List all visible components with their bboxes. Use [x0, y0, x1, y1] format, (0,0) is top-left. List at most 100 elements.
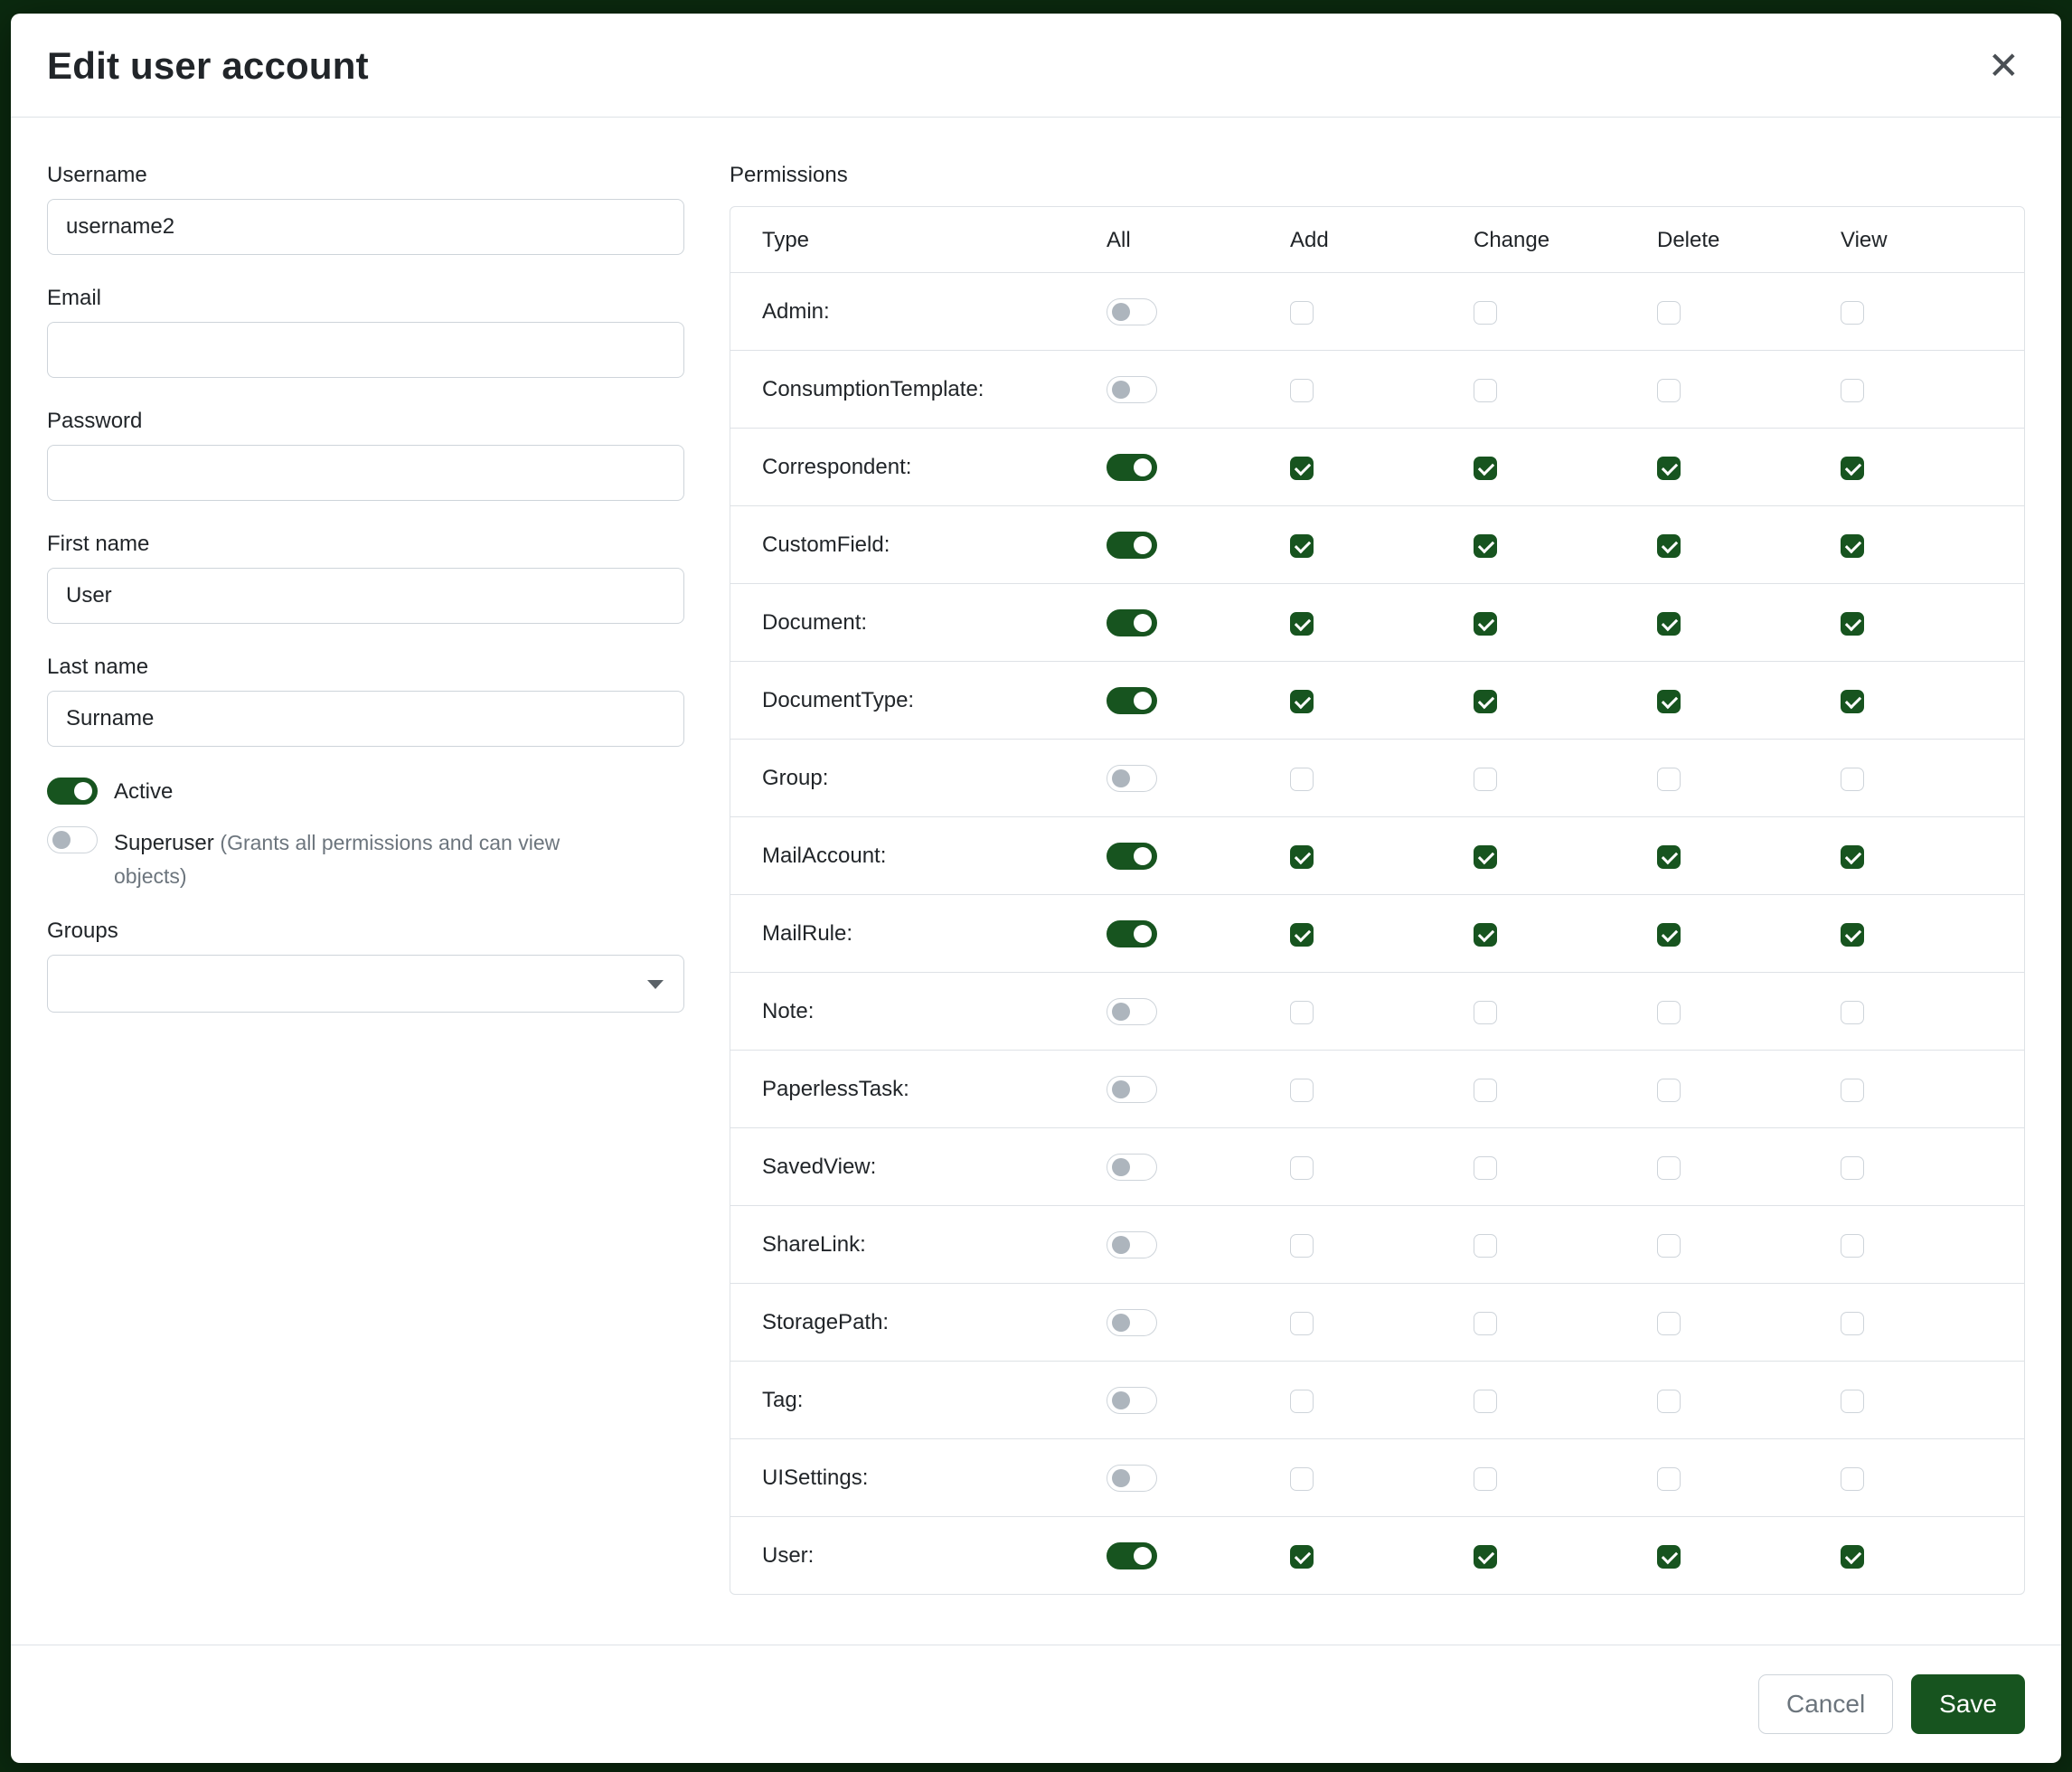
- permission-change-checkbox[interactable]: [1474, 301, 1497, 325]
- permission-change-checkbox[interactable]: [1474, 457, 1497, 480]
- permission-view-checkbox[interactable]: [1841, 1079, 1864, 1102]
- permission-change-checkbox[interactable]: [1474, 1467, 1497, 1491]
- permission-all-toggle[interactable]: [1107, 998, 1157, 1025]
- cancel-button[interactable]: Cancel: [1758, 1674, 1893, 1734]
- permission-all-toggle[interactable]: [1107, 298, 1157, 325]
- permission-change-checkbox[interactable]: [1474, 1234, 1497, 1258]
- permission-view-checkbox[interactable]: [1841, 612, 1864, 636]
- save-button[interactable]: Save: [1911, 1674, 2025, 1734]
- permission-delete-checkbox[interactable]: [1657, 1467, 1681, 1491]
- permission-change-checkbox[interactable]: [1474, 690, 1497, 713]
- permission-delete-checkbox[interactable]: [1657, 1390, 1681, 1413]
- permission-delete-checkbox[interactable]: [1657, 690, 1681, 713]
- permission-add-checkbox[interactable]: [1290, 612, 1314, 636]
- permission-delete-checkbox[interactable]: [1657, 379, 1681, 402]
- permission-add-checkbox[interactable]: [1290, 1467, 1314, 1491]
- permission-delete-checkbox[interactable]: [1657, 1156, 1681, 1180]
- permission-row: Note:: [730, 972, 2024, 1050]
- permission-delete-checkbox[interactable]: [1657, 923, 1681, 947]
- permission-all-toggle[interactable]: [1107, 920, 1157, 947]
- permission-view-checkbox[interactable]: [1841, 923, 1864, 947]
- permission-view-checkbox[interactable]: [1841, 1312, 1864, 1335]
- permission-change-checkbox[interactable]: [1474, 1079, 1497, 1102]
- permission-all-toggle[interactable]: [1107, 765, 1157, 792]
- permission-type-label: UISettings:: [730, 1438, 1107, 1516]
- permission-change-checkbox[interactable]: [1474, 534, 1497, 558]
- permission-add-checkbox[interactable]: [1290, 301, 1314, 325]
- permission-view-checkbox[interactable]: [1841, 379, 1864, 402]
- superuser-toggle[interactable]: [47, 826, 98, 853]
- permission-delete-checkbox[interactable]: [1657, 1312, 1681, 1335]
- permission-view-checkbox[interactable]: [1841, 768, 1864, 791]
- permission-view-checkbox[interactable]: [1841, 845, 1864, 869]
- permission-all-toggle[interactable]: [1107, 1465, 1157, 1492]
- permission-add-checkbox[interactable]: [1290, 1545, 1314, 1569]
- last-name-input[interactable]: [47, 691, 684, 747]
- permission-view-checkbox[interactable]: [1841, 1001, 1864, 1024]
- permission-all-toggle[interactable]: [1107, 609, 1157, 636]
- permission-delete-checkbox[interactable]: [1657, 534, 1681, 558]
- permission-change-checkbox[interactable]: [1474, 612, 1497, 636]
- permission-add-checkbox[interactable]: [1290, 379, 1314, 402]
- permission-change-checkbox[interactable]: [1474, 379, 1497, 402]
- permissions-column-header-delete: Delete: [1657, 207, 1841, 272]
- permission-view-checkbox[interactable]: [1841, 301, 1864, 325]
- permission-change-checkbox[interactable]: [1474, 1001, 1497, 1024]
- permission-view-checkbox[interactable]: [1841, 534, 1864, 558]
- permission-add-checkbox[interactable]: [1290, 534, 1314, 558]
- permission-change-checkbox[interactable]: [1474, 845, 1497, 869]
- permission-delete-checkbox[interactable]: [1657, 612, 1681, 636]
- email-input[interactable]: [47, 322, 684, 378]
- permission-delete-checkbox[interactable]: [1657, 457, 1681, 480]
- permission-change-checkbox[interactable]: [1474, 1156, 1497, 1180]
- permission-view-checkbox[interactable]: [1841, 1467, 1864, 1491]
- close-button[interactable]: ✕: [1988, 47, 2020, 85]
- first-name-input[interactable]: [47, 568, 684, 624]
- permission-add-checkbox[interactable]: [1290, 1390, 1314, 1413]
- permission-all-toggle[interactable]: [1107, 532, 1157, 559]
- permission-all-toggle[interactable]: [1107, 687, 1157, 714]
- permission-view-checkbox[interactable]: [1841, 457, 1864, 480]
- permission-add-checkbox[interactable]: [1290, 1079, 1314, 1102]
- permission-all-toggle[interactable]: [1107, 1542, 1157, 1569]
- permission-view-checkbox[interactable]: [1841, 1156, 1864, 1180]
- permission-view-checkbox[interactable]: [1841, 690, 1864, 713]
- permission-add-checkbox[interactable]: [1290, 690, 1314, 713]
- permission-add-checkbox[interactable]: [1290, 1312, 1314, 1335]
- password-input[interactable]: [47, 445, 684, 501]
- permission-view-checkbox[interactable]: [1841, 1390, 1864, 1413]
- permission-add-checkbox[interactable]: [1290, 457, 1314, 480]
- permission-all-toggle[interactable]: [1107, 376, 1157, 403]
- permission-view-checkbox[interactable]: [1841, 1234, 1864, 1258]
- permission-change-checkbox[interactable]: [1474, 1390, 1497, 1413]
- permission-all-toggle[interactable]: [1107, 1309, 1157, 1336]
- permission-delete-checkbox[interactable]: [1657, 768, 1681, 791]
- permission-view-checkbox[interactable]: [1841, 1545, 1864, 1569]
- permission-delete-checkbox[interactable]: [1657, 301, 1681, 325]
- permission-add-checkbox[interactable]: [1290, 1234, 1314, 1258]
- permission-change-checkbox[interactable]: [1474, 768, 1497, 791]
- username-input[interactable]: [47, 199, 684, 255]
- permission-all-toggle[interactable]: [1107, 1387, 1157, 1414]
- permission-add-checkbox[interactable]: [1290, 923, 1314, 947]
- permission-delete-checkbox[interactable]: [1657, 1001, 1681, 1024]
- permission-add-checkbox[interactable]: [1290, 768, 1314, 791]
- permission-change-checkbox[interactable]: [1474, 923, 1497, 947]
- permission-change-checkbox[interactable]: [1474, 1545, 1497, 1569]
- superuser-label: Superuser: [114, 831, 214, 855]
- permission-add-checkbox[interactable]: [1290, 845, 1314, 869]
- permission-delete-checkbox[interactable]: [1657, 845, 1681, 869]
- active-toggle[interactable]: [47, 778, 98, 805]
- permission-all-toggle[interactable]: [1107, 843, 1157, 870]
- permission-add-checkbox[interactable]: [1290, 1001, 1314, 1024]
- permission-all-toggle[interactable]: [1107, 1076, 1157, 1103]
- permission-delete-checkbox[interactable]: [1657, 1234, 1681, 1258]
- permission-delete-checkbox[interactable]: [1657, 1079, 1681, 1102]
- permission-all-toggle[interactable]: [1107, 1231, 1157, 1258]
- permission-all-toggle[interactable]: [1107, 1154, 1157, 1181]
- groups-select[interactable]: [47, 955, 684, 1013]
- permission-change-checkbox[interactable]: [1474, 1312, 1497, 1335]
- permission-all-toggle[interactable]: [1107, 454, 1157, 481]
- permission-delete-checkbox[interactable]: [1657, 1545, 1681, 1569]
- permission-add-checkbox[interactable]: [1290, 1156, 1314, 1180]
